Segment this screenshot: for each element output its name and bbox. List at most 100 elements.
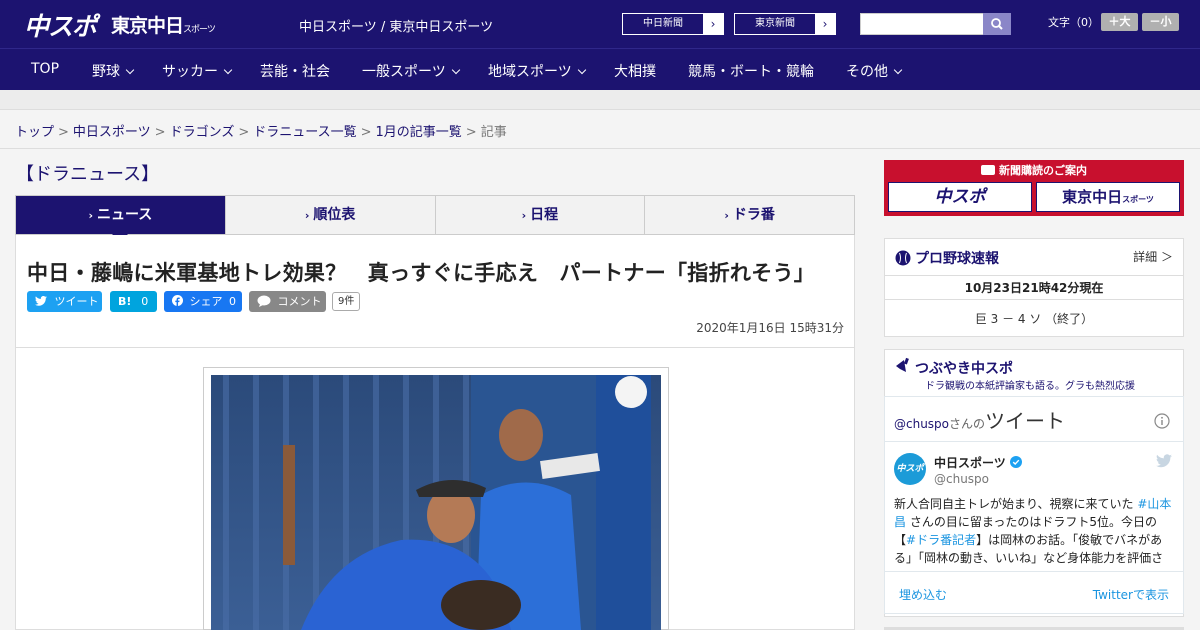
tab-label: ニュース — [96, 207, 153, 223]
tokyo-chunichi-subscribe-small: スポーツ — [1122, 195, 1154, 204]
twitter-header-handle[interactable]: @chuspo — [894, 417, 949, 431]
nav-item-label: 芸能・社会 — [260, 64, 330, 80]
tweet-text: 新人合同自主トレが始まり、視察に来ていた #山本昌 さんの目に留まったのはドラフ… — [894, 495, 1174, 567]
comment-button[interactable]: コメント — [249, 291, 326, 312]
tweet-label: ツイート — [54, 295, 99, 308]
search-button[interactable] — [983, 13, 1011, 35]
chevron-right-icon: › — [703, 14, 723, 34]
tab-news[interactable]: › ニュース — [16, 196, 226, 242]
article-divider — [16, 347, 854, 348]
nav-item-label: 地域スポーツ — [488, 64, 572, 80]
nav-item-soccer[interactable]: サッカー — [162, 61, 233, 81]
tab-label: ドラ番 — [732, 207, 775, 223]
chunichi-shimbun-label: 中日新聞 — [643, 18, 683, 29]
chevron-down-icon — [577, 65, 586, 75]
article: 中日・藤嶋に米軍基地トレ効果？ 真っすぐに手応え パートナー「指折れそう」 ツイ… — [15, 235, 855, 630]
font-smaller-button[interactable]: －小 — [1142, 13, 1179, 31]
chuspo-logo[interactable]: 中スポ — [24, 7, 97, 43]
chevron-right-icon: › — [88, 209, 93, 222]
nav-item-general-sports[interactable]: 一般スポーツ — [362, 61, 460, 81]
chevron-right-icon: › — [521, 209, 527, 222]
twitter-bird-icon[interactable] — [1156, 454, 1172, 468]
comment-count[interactable]: 9件 — [332, 292, 361, 311]
hashtag-link[interactable]: #ドラ番記者 — [906, 533, 976, 547]
newspaper-icon — [981, 165, 995, 175]
speech-bubble-icon — [257, 295, 271, 307]
nav-item-racing[interactable]: 競馬・ボート・競輪 — [688, 61, 814, 81]
nav-item-sumo[interactable]: 大相撲 — [614, 61, 656, 81]
article-date: 2020年1月16日 15時31分 — [696, 321, 844, 335]
tokyo-chunichi-logo[interactable]: 東京中日スポーツ — [111, 11, 216, 38]
search-icon — [991, 18, 1003, 30]
twitter-timeline-header: @chuspoさんのツイート — [894, 405, 1065, 434]
font-larger-button[interactable]: ＋大 — [1101, 13, 1138, 31]
header-strip — [0, 90, 1200, 110]
breadcrumb-chunichi-sports[interactable]: 中日スポーツ — [73, 125, 151, 140]
nav-item-other[interactable]: その他 — [846, 61, 903, 81]
nav-item-label: 競馬・ボート・競輪 — [688, 64, 814, 80]
subscription-ad[interactable]: 新聞購読のご案内 中スポ 東京中日スポーツ — [884, 160, 1184, 216]
tweet-button[interactable]: ツイート — [27, 291, 102, 312]
nav-item-top[interactable]: TOP — [31, 61, 59, 77]
baseball-details-link[interactable]: 詳細 ＞ — [1133, 248, 1173, 265]
tab-label: 順位表 — [313, 207, 356, 223]
nav-item-label: その他 — [846, 64, 888, 80]
nav-item-local-sports[interactable]: 地域スポーツ — [488, 61, 586, 81]
hatena-icon: B! — [118, 295, 132, 308]
verified-badge-icon — [1009, 456, 1022, 468]
chuspo-subscribe-button[interactable]: 中スポ — [888, 182, 1032, 212]
twitter-account-handle[interactable]: @chuspo — [934, 472, 989, 486]
article-photo[interactable] — [211, 375, 661, 630]
chunichi-shimbun-button[interactable]: 中日新聞 › — [622, 13, 724, 35]
article-photo-frame — [203, 367, 669, 630]
tab-standings[interactable]: › 順位表 — [226, 196, 436, 234]
nav-item-label: サッカー — [162, 64, 218, 80]
breadcrumb-dora-news-list[interactable]: ドラニュース一覧 — [253, 125, 356, 140]
facebook-share-button[interactable]: シェア 0 — [164, 291, 242, 312]
tab-label: 日程 — [530, 207, 559, 223]
tab-schedule[interactable]: › 日程 — [436, 196, 646, 234]
nav-item-label: 一般スポーツ — [362, 64, 446, 80]
site-tagline[interactable]: 中日スポーツ / 東京中日スポーツ — [299, 16, 493, 35]
twitter-account-name[interactable]: 中日スポーツ — [934, 456, 1006, 470]
subscription-ad-title-text: 新聞購読のご案内 — [999, 164, 1087, 177]
tokyo-chunichi-logo-text: 東京中日 — [111, 15, 184, 37]
tsubuyaki-subtitle: ドラ観戦の本紙評論家も語る。グラも熱烈応援 — [925, 381, 1135, 392]
nav-item-entertainment[interactable]: 芸能・社会 — [260, 61, 330, 81]
baseball-score[interactable]: 巨 3 － 4 ソ （終了） — [885, 310, 1183, 327]
facebook-share-label: シェア — [189, 295, 223, 308]
twitter-divider — [884, 571, 1184, 572]
search-input[interactable] — [860, 13, 984, 35]
breadcrumb-top[interactable]: トップ — [15, 125, 54, 140]
comment-label: コメント — [277, 295, 322, 308]
chevron-right-icon: › — [815, 14, 835, 34]
info-icon[interactable] — [1154, 413, 1170, 429]
chevron-right-icon: › — [304, 209, 310, 222]
twitter-embed-link[interactable]: 埋め込む — [899, 586, 947, 603]
hatena-count: 0 — [141, 295, 149, 308]
tokyo-chunichi-logo-small: スポーツ — [183, 25, 216, 35]
twitter-view-link[interactable]: Twitterで表示 — [1093, 586, 1169, 603]
tokyo-chunichi-subscribe-button[interactable]: 東京中日スポーツ — [1036, 182, 1180, 212]
twitter-divider — [884, 441, 1184, 442]
nav-item-label: TOP — [31, 61, 60, 77]
avatar[interactable]: 中スポ — [894, 453, 926, 485]
facebook-share-count: 0 — [229, 295, 236, 308]
hatena-bookmark-button[interactable]: B! 0 — [110, 291, 157, 312]
breadcrumb: トップ > 中日スポーツ > ドラゴンズ > ドラニュース一覧 >1月の記事一覧 > 記事 — [15, 121, 507, 140]
section-tabs: › ニュース › 順位表 › 日程 › ドラ番 — [15, 195, 855, 242]
subscription-ad-title: 新聞購読のご案内 — [884, 162, 1184, 178]
breadcrumb-january-list[interactable]: 1月の記事一覧 — [376, 125, 462, 140]
tsubuyaki-title: つぶやき中スポ — [915, 361, 1013, 377]
baseball-live-title: プロ野球速報 — [915, 251, 999, 267]
tweet-text-part: 新人合同自主トレが始まり、視察に来ていた — [894, 497, 1138, 511]
section-heading: 【ドラニュース】 — [16, 164, 160, 185]
tab-dora-ban[interactable]: › ドラ番 — [645, 196, 854, 234]
tokyo-shimbun-button[interactable]: 東京新聞 › — [734, 13, 836, 35]
baseball-divider — [885, 299, 1183, 300]
breadcrumb-dragons[interactable]: ドラゴンズ — [170, 125, 235, 140]
baseball-timestamp: 10月23日21時42分現在 — [964, 281, 1104, 295]
breadcrumb-separator: > — [360, 125, 372, 140]
nav-item-baseball[interactable]: 野球 — [92, 61, 135, 81]
nav-item-label: 野球 — [92, 64, 120, 80]
